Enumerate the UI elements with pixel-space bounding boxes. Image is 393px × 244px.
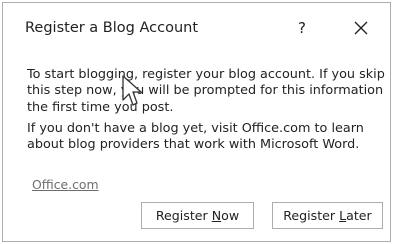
register-now-button[interactable]: Register Now (141, 202, 254, 229)
register-later-label-end: ater (346, 208, 372, 223)
close-icon (354, 21, 368, 35)
dialog-title: Register a Blog Account (25, 20, 199, 36)
register-later-label-start: Register (283, 208, 340, 223)
office-link[interactable]: Office.com (32, 177, 99, 192)
register-later-button[interactable]: Register Later (272, 202, 383, 229)
register-now-label-start: Register (155, 208, 212, 223)
register-now-label-end: ow (221, 208, 240, 223)
register-blog-dialog: Register a Blog Account ? To start blogg… (2, 2, 391, 242)
pointer-arrow-icon (122, 75, 142, 106)
title-bar: Register a Blog Account ? (3, 3, 390, 53)
help-button[interactable]: ? (289, 15, 315, 41)
register-now-mnemonic: N (211, 208, 222, 223)
intro-text: To start blogging, register your blog ac… (27, 67, 385, 115)
close-button[interactable] (347, 15, 375, 41)
info-text: If you don't have a blog yet, visit Offi… (27, 121, 364, 153)
